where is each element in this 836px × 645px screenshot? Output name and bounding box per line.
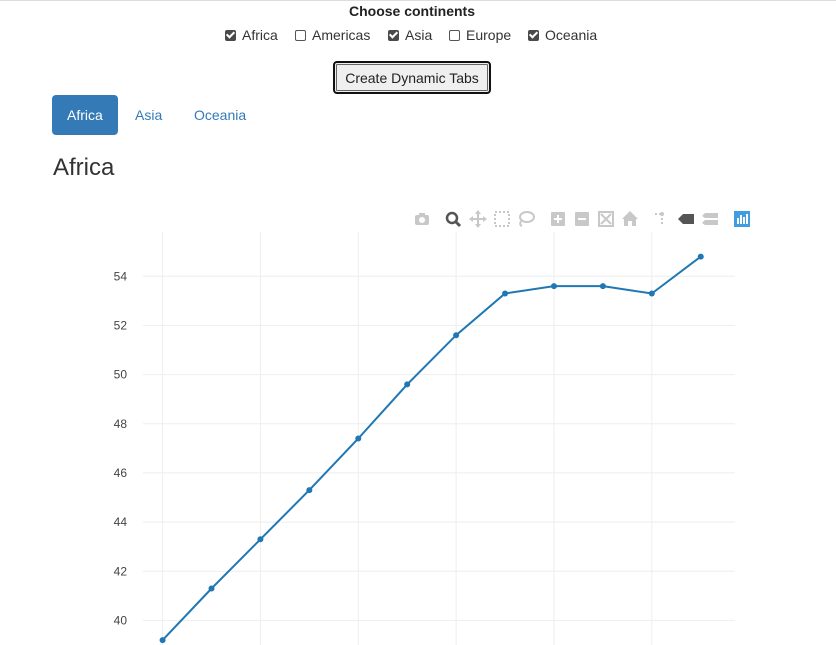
hover-compare-icon[interactable] bbox=[699, 208, 721, 230]
y-tick-label: 44 bbox=[114, 515, 128, 529]
y-tick-label: 40 bbox=[114, 613, 128, 627]
autoscale-icon[interactable] bbox=[595, 208, 617, 230]
data-point[interactable] bbox=[355, 435, 362, 442]
box-select-icon[interactable] bbox=[491, 208, 513, 230]
data-point[interactable] bbox=[208, 585, 215, 592]
data-point[interactable] bbox=[550, 283, 557, 290]
y-tick-label: 52 bbox=[114, 318, 128, 332]
data-point[interactable] bbox=[306, 487, 313, 494]
plotly-logo-icon[interactable] bbox=[731, 208, 753, 230]
data-point[interactable] bbox=[159, 637, 166, 644]
data-point[interactable] bbox=[404, 381, 411, 388]
y-tick-label: 54 bbox=[114, 269, 128, 283]
y-tick-label: 50 bbox=[114, 368, 128, 382]
zoom-out-icon[interactable] bbox=[571, 208, 593, 230]
grid-lines bbox=[143, 232, 735, 645]
data-point[interactable] bbox=[257, 536, 264, 543]
y-tick-labels: 40 42 44 46 48 50 52 54 bbox=[114, 269, 128, 627]
lasso-select-icon[interactable] bbox=[515, 208, 537, 230]
y-tick-label: 46 bbox=[114, 466, 128, 480]
zoom-in-icon[interactable] bbox=[547, 208, 569, 230]
y-tick-label: 42 bbox=[114, 564, 128, 578]
data-point[interactable] bbox=[453, 332, 460, 339]
camera-icon[interactable] bbox=[411, 208, 433, 230]
pan-icon[interactable] bbox=[467, 208, 489, 230]
zoom-icon[interactable] bbox=[442, 208, 464, 230]
series-line bbox=[161, 255, 702, 641]
series-markers bbox=[159, 253, 704, 644]
spike-lines-icon[interactable] bbox=[649, 208, 671, 230]
hover-closest-icon[interactable] bbox=[675, 208, 697, 230]
y-tick-label: 48 bbox=[114, 417, 128, 431]
line-chart[interactable]: 40 42 44 46 48 50 52 54 bbox=[0, 0, 836, 645]
data-point[interactable] bbox=[502, 290, 509, 297]
reset-axes-icon[interactable] bbox=[619, 208, 641, 230]
data-point[interactable] bbox=[697, 253, 704, 260]
data-point[interactable] bbox=[648, 290, 655, 297]
data-point[interactable] bbox=[599, 283, 606, 290]
